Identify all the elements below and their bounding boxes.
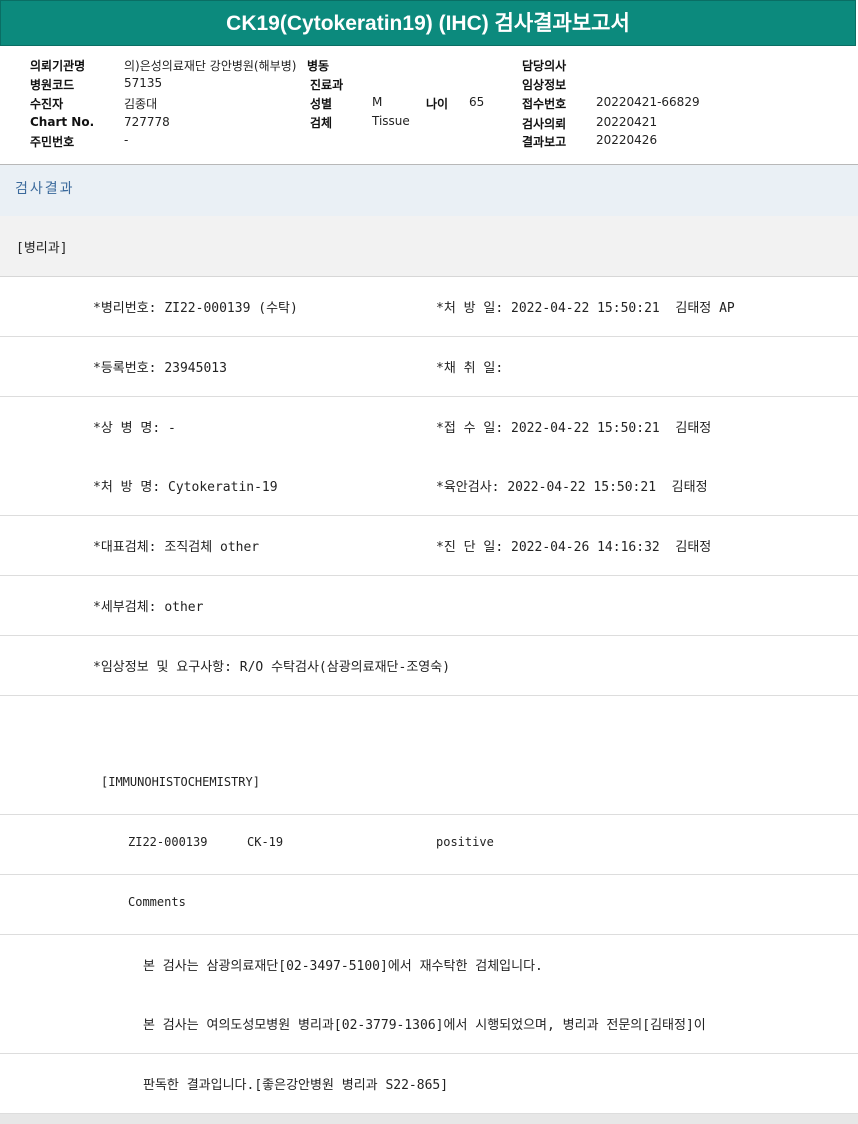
receipt-date: *접 수 일: 2022-04-22 15:50:21 김태정 [436, 421, 712, 436]
institution-label: 의뢰기관명 [30, 59, 86, 73]
blank-row [0, 696, 858, 756]
report-value: 20220426 [596, 133, 658, 147]
hospital-code-value: 57135 [124, 76, 163, 90]
diagnosis-date: *진 단 일: 2022-04-26 14:16:32 김태정 [436, 540, 712, 555]
result-row: 판독한 결과입니다.[좋은강안병원 병리과 S22-865] [0, 1054, 858, 1114]
chart-no-value: 727778 [124, 115, 170, 129]
section-title: 검사결과 [15, 181, 75, 197]
result-row: *병리번호: ZI22-000139 (수탁) *처 방 일: 2022-04-… [0, 277, 858, 337]
department-label: 진료과 [310, 78, 344, 92]
report-label: 결과보고 [522, 135, 567, 149]
diagnosis-name: *상 병 명: - [93, 421, 176, 436]
institution-value: 의)은성의료재단 강안병원(해부병) [124, 59, 297, 73]
result-row: *등록번호: 23945013 *채 취 일: [0, 337, 858, 397]
result-row: [IMMUNOHISTOCHEMISTRY] [0, 755, 858, 815]
doctor-label: 담당의사 [522, 59, 567, 73]
registration-number: *등록번호: 23945013 [93, 361, 227, 376]
resident-value: - [124, 133, 129, 147]
comment-line: 본 검사는 여의도성모병원 병리과[02-3779-1306]에서 시행되었으며… [143, 1018, 706, 1033]
result-row: 본 검사는 여의도성모병원 병리과[02-3779-1306]에서 시행되었으며… [0, 994, 858, 1054]
result-row: 본 검사는 삼광의료재단[02-3497-5100]에서 재수탁한 검체입니다. [0, 935, 858, 995]
receipt-no-value: 20220421-66829 [596, 95, 700, 109]
result-row: *상 병 명: - *접 수 일: 2022-04-22 15:50:21 김태… [0, 397, 858, 457]
ihc-result: positive [436, 835, 494, 849]
sub-specimen: *세부검체: other [93, 600, 204, 615]
result-row: Comments [0, 875, 858, 935]
resident-label: 주민번호 [30, 135, 75, 149]
specimen-value: Tissue [372, 114, 410, 128]
hospital-code-label: 병원코드 [30, 78, 75, 92]
main-specimen: *대표검체: 조직검체 other [93, 540, 260, 555]
specimen-label: 검체 [310, 116, 333, 130]
ihc-header: [IMMUNOHISTOCHEMISTRY] [101, 775, 260, 789]
clinical-request: *임상정보 및 요구사항: R/O 수탁검사(삼광의료재단-조영숙) [93, 660, 451, 675]
patient-info-panel: 의뢰기관명 의)은성의료재단 강안병원(해부병) 병동 담당의사 병원코드 57… [0, 46, 858, 165]
age-label: 나이 [426, 97, 449, 111]
sex-value: M [372, 95, 383, 109]
comment-line: 본 검사는 삼광의료재단[02-3497-5100]에서 재수탁한 검체입니다. [143, 959, 543, 974]
section-header: 검사결과 [0, 165, 858, 217]
result-row: ZI22-000139 CK-19 positive [0, 815, 858, 875]
ward-label: 병동 [307, 59, 330, 73]
age-value: 65 [469, 95, 485, 109]
department-row: [병리과] [0, 216, 858, 277]
result-row: *세부검체: other [0, 576, 858, 636]
chart-no-label: Chart No. [30, 115, 95, 129]
sex-label: 성별 [310, 97, 333, 111]
request-value: 20220421 [596, 115, 658, 129]
ihc-case-number: ZI22-000139 [128, 835, 208, 849]
request-label: 검사의뢰 [522, 117, 567, 131]
pathology-number: *병리번호: ZI22-000139 (수탁) [93, 301, 298, 316]
report-title: CK19(Cytokeratin19) (IHC) 검사결과보고서 [0, 0, 856, 46]
receipt-no-label: 접수번호 [522, 97, 567, 111]
department-tag: [병리과] [16, 241, 68, 256]
result-row: *대표검체: 조직검체 other *진 단 일: 2022-04-26 14:… [0, 516, 858, 576]
prescription-date: *처 방 일: 2022-04-22 15:50:21 김태정 AP [436, 301, 735, 316]
comment-line: 판독한 결과입니다.[좋은강안병원 병리과 S22-865] [143, 1078, 449, 1093]
prescription-name: *처 방 명: Cytokeratin-19 [93, 480, 278, 495]
result-row: *처 방 명: Cytokeratin-19 *육안검사: 2022-04-22… [0, 456, 858, 516]
comments-label: Comments [128, 895, 186, 909]
patient-label: 수진자 [30, 97, 64, 111]
patient-value: 김종대 [124, 97, 158, 111]
clinical-info-label: 임상정보 [522, 78, 567, 92]
result-row: *임상정보 및 요구사항: R/O 수탁검사(삼광의료재단-조영숙) [0, 636, 858, 696]
gross-exam-date: *육안검사: 2022-04-22 15:50:21 김태정 [436, 480, 708, 495]
ihc-marker: CK-19 [247, 835, 284, 849]
footer-bar [0, 1114, 858, 1124]
collection-date: *채 취 일: [436, 361, 504, 376]
